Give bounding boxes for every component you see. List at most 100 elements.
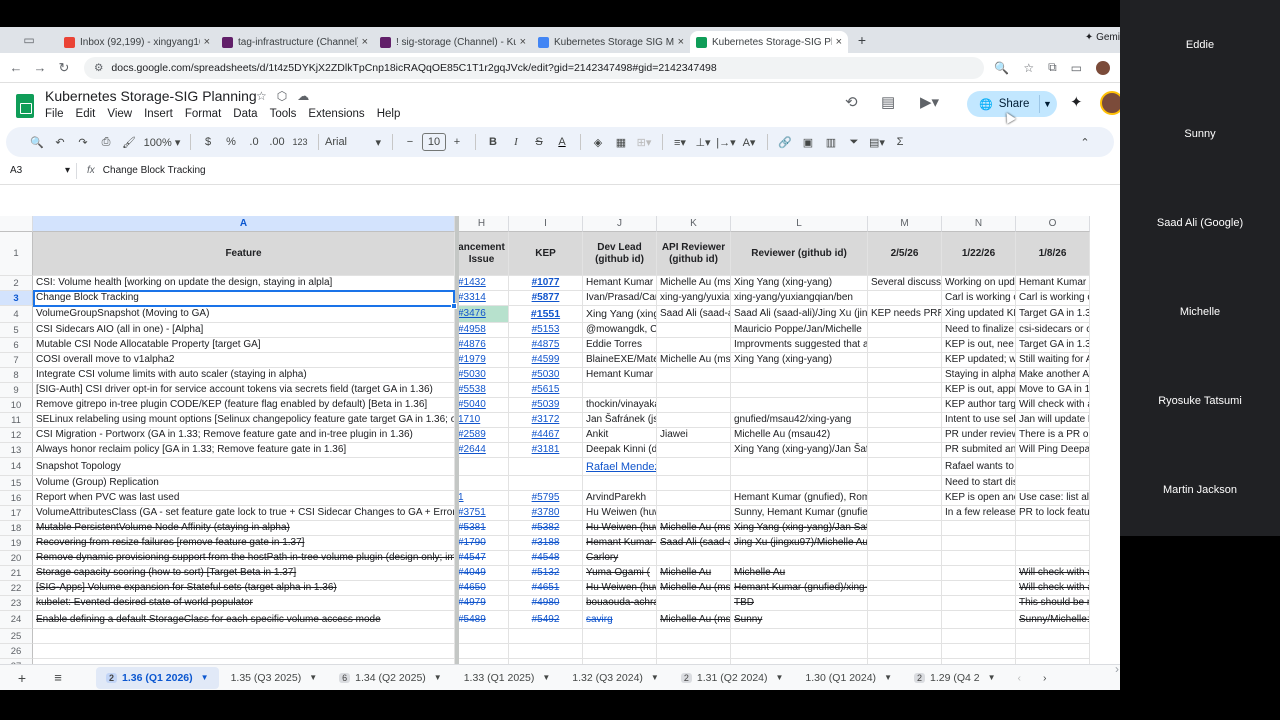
table-cell[interactable]: Sunny: [731, 611, 868, 629]
feature-cell[interactable]: Always honor reclaim policy [GA in 1.33;…: [33, 443, 455, 458]
menu-item-edit[interactable]: Edit: [76, 108, 96, 120]
table-cell[interactable]: Xing Yang (xing-yang)/Jan Šaf: [731, 443, 868, 458]
table-cell[interactable]: Use case: list all: [1016, 491, 1090, 506]
bold-button[interactable]: B: [482, 136, 504, 148]
feature-cell[interactable]: CSI Sidecars AIO (all in one) - [Alpha]: [33, 323, 455, 338]
table-cell[interactable]: ArvindParekh: [583, 491, 657, 506]
table-cell[interactable]: [657, 629, 731, 644]
header-cell[interactable]: 2/5/26: [868, 232, 942, 276]
table-cell[interactable]: [1016, 536, 1090, 551]
table-cell[interactable]: #3188: [509, 536, 583, 551]
table-cell[interactable]: [942, 611, 1016, 629]
table-cell[interactable]: #5877: [509, 291, 583, 306]
search-icon[interactable]: 🔍: [26, 136, 48, 149]
table-cell[interactable]: [657, 644, 731, 659]
table-cell[interactable]: Sunny, Hemant Kumar (gnufied: [731, 506, 868, 521]
feature-cell[interactable]: Storage capacity scoring (how to sort) […: [33, 566, 455, 581]
table-cell[interactable]: #1979: [455, 353, 509, 368]
cast-icon[interactable]: ▭: [1071, 61, 1082, 75]
text-wrap-icon[interactable]: |→▾: [715, 136, 737, 149]
table-cell[interactable]: [731, 551, 868, 566]
table-cell[interactable]: #4651: [509, 581, 583, 596]
sheet-tab-dropdown-icon[interactable]: ▼: [651, 673, 659, 682]
header-cell[interactable]: 1/8/26: [1016, 232, 1090, 276]
menu-item-file[interactable]: File: [45, 108, 64, 120]
menu-item-insert[interactable]: Insert: [144, 108, 173, 120]
feature-cell[interactable]: Integrate CSI volume limits with auto sc…: [33, 368, 455, 383]
table-cell[interactable]: PR to lock featur: [1016, 506, 1090, 521]
participant-tile[interactable]: Martin Jackson: [1120, 445, 1280, 534]
table-cell[interactable]: #1790: [455, 536, 509, 551]
table-cell[interactable]: [657, 476, 731, 491]
text-rotation-icon[interactable]: A▾: [738, 136, 760, 149]
table-cell[interactable]: [583, 476, 657, 491]
table-cell[interactable]: [942, 596, 1016, 611]
table-cell[interactable]: [868, 629, 942, 644]
browser-tab[interactable]: tag-infrastructure (Channel) ×: [216, 31, 374, 53]
table-cell[interactable]: Intent to use seli: [942, 413, 1016, 428]
row-header[interactable]: 14: [0, 458, 33, 476]
table-cell[interactable]: [731, 458, 868, 476]
table-cell[interactable]: In a few releases: [942, 506, 1016, 521]
table-cell[interactable]: [455, 629, 509, 644]
table-cell[interactable]: gnufied/msau42/xing-yang: [731, 413, 868, 428]
table-cell[interactable]: #4980: [509, 596, 583, 611]
table-cell[interactable]: Still waiting for A: [1016, 353, 1090, 368]
feature-cell[interactable]: CSI: Volume health [working on update th…: [33, 276, 455, 291]
table-cell[interactable]: [657, 443, 731, 458]
participant-tile[interactable]: Eddie: [1120, 0, 1280, 89]
table-cell[interactable]: Target GA in 1.3: [1016, 338, 1090, 353]
filter-views-icon[interactable]: ▤▾: [866, 136, 888, 149]
table-cell[interactable]: [868, 338, 942, 353]
site-info-icon[interactable]: ⚙: [94, 62, 103, 74]
formula-input[interactable]: Change Block Tracking: [103, 165, 206, 176]
table-cell[interactable]: [1016, 476, 1090, 491]
increase-decimal-button[interactable]: .00: [266, 136, 288, 148]
vertical-align-icon[interactable]: ⊥▾: [692, 136, 714, 149]
paint-format-icon[interactable]: 🖌: [118, 136, 140, 149]
horizontal-align-icon[interactable]: ≡▾: [669, 136, 691, 149]
table-cell[interactable]: Need to start discussion; briefly di: [942, 476, 1016, 491]
row-header[interactable]: 20: [0, 551, 33, 566]
row-header[interactable]: 18: [0, 521, 33, 536]
feature-cell[interactable]: COSI overall move to v1alpha2: [33, 353, 455, 368]
table-cell[interactable]: [868, 428, 942, 443]
table-cell[interactable]: Michelle Au: [657, 566, 731, 581]
row-header[interactable]: 4: [0, 306, 33, 323]
fill-color-icon[interactable]: ◈: [587, 136, 609, 149]
table-cell[interactable]: Will check with a: [1016, 581, 1090, 596]
document-title[interactable]: Kubernetes Storage-SIG Planning: [45, 88, 257, 104]
sheet-tab[interactable]: 1.35 (Q3 2025) ▼: [221, 667, 328, 689]
table-cell[interactable]: This should be re: [1016, 596, 1090, 611]
column-header-j[interactable]: J: [583, 216, 657, 232]
table-cell[interactable]: [657, 398, 731, 413]
table-cell[interactable]: There is a PR ou: [1016, 428, 1090, 443]
table-cell[interactable]: [657, 368, 731, 383]
sheets-logo-icon[interactable]: [16, 94, 34, 118]
scroll-right-icon[interactable]: ›: [1115, 662, 1119, 676]
menu-item-view[interactable]: View: [107, 108, 132, 120]
reload-icon[interactable]: ↻: [52, 60, 76, 76]
table-cell[interactable]: Xing Yang (xing-yang): [731, 353, 868, 368]
row-header[interactable]: 19: [0, 536, 33, 551]
new-tab-button[interactable]: +: [848, 32, 876, 48]
table-cell[interactable]: #5615: [509, 383, 583, 398]
table-cell[interactable]: [657, 338, 731, 353]
feature-cell[interactable]: VolumeGroupSnapshot (Moving to GA): [33, 306, 455, 323]
feature-cell[interactable]: [SIG-Apps] Volume expansion for Stateful…: [33, 581, 455, 596]
table-cell[interactable]: Michelle Au (ms: [657, 353, 731, 368]
insert-chart-icon[interactable]: ▥: [820, 136, 842, 149]
header-cell[interactable]: 1/22/26: [942, 232, 1016, 276]
table-cell[interactable]: [868, 323, 942, 338]
table-cell[interactable]: #5795: [509, 491, 583, 506]
table-cell[interactable]: [942, 644, 1016, 659]
browser-tab[interactable]: ! sig-storage (Channel) - Kub ×: [374, 31, 532, 53]
table-cell[interactable]: #3172: [509, 413, 583, 428]
table-cell[interactable]: [942, 581, 1016, 596]
text-color-icon[interactable]: A: [551, 136, 573, 148]
increase-font-icon[interactable]: +: [446, 136, 468, 148]
row-header[interactable]: 11: [0, 413, 33, 428]
table-cell[interactable]: #4548: [509, 551, 583, 566]
gemini-sparkle-icon[interactable]: ✦: [1070, 93, 1083, 111]
table-cell[interactable]: [868, 506, 942, 521]
